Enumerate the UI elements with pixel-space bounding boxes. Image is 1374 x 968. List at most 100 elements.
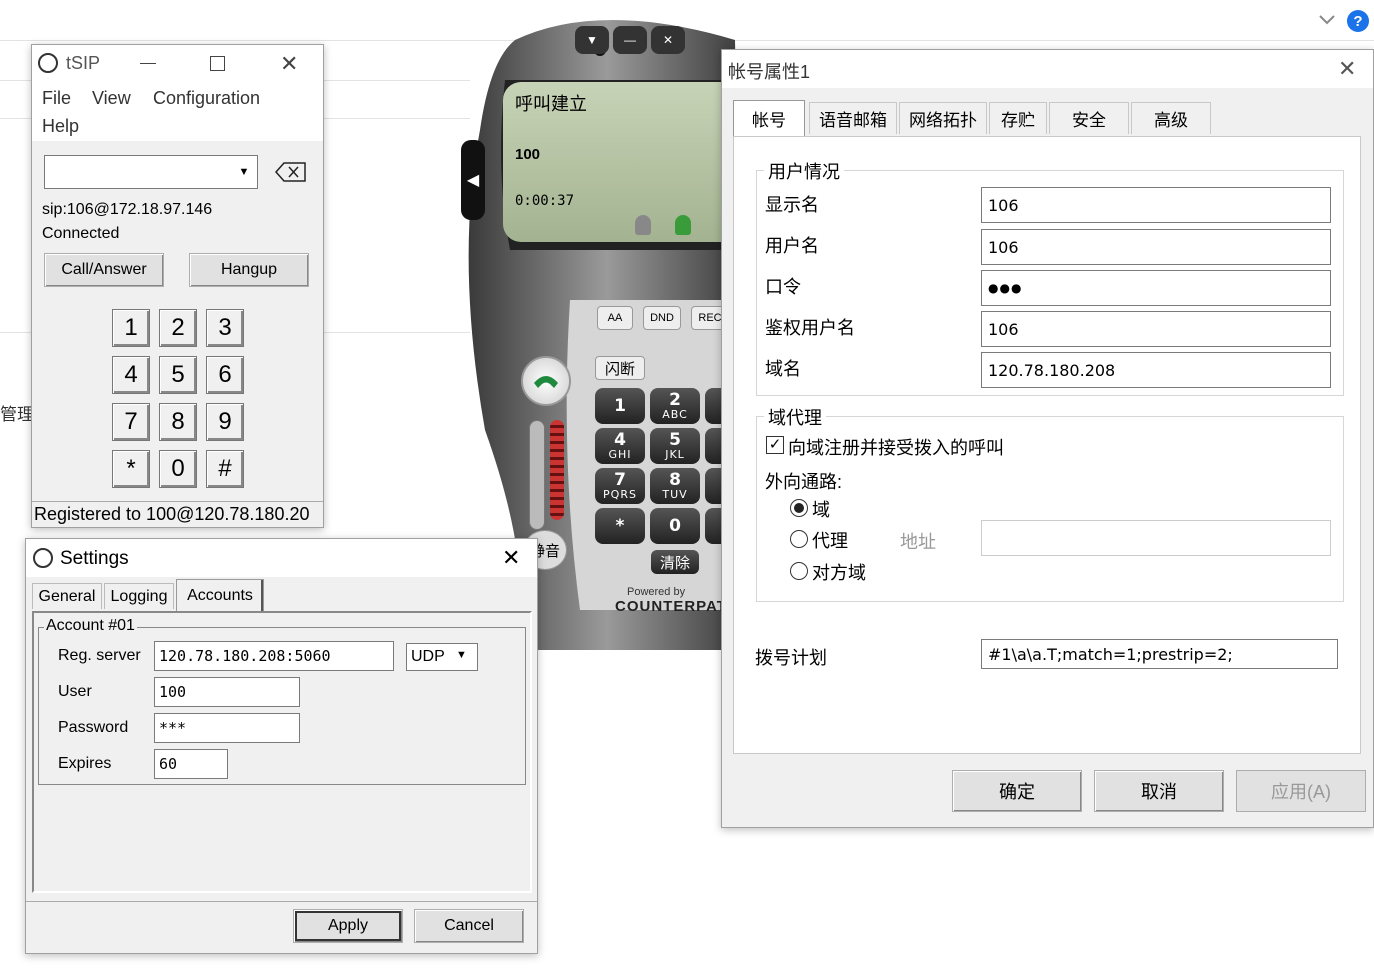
background-label: 管理 [0,405,34,424]
menu-help[interactable]: Help [42,116,79,137]
reg-server-label: Reg. server [58,647,141,664]
tab-voicemail[interactable]: 语音邮箱 [809,102,897,134]
dnd-button[interactable]: DND [643,306,681,330]
password-label: Password [58,719,129,736]
user-icon [635,215,651,235]
dialpad-key-5[interactable]: 6 [206,356,244,394]
password-input[interactable]: ●●● [981,270,1331,306]
phone-key-10[interactable]: 0 [650,508,700,544]
reg-server-input[interactable]: 120.78.180.208:5060 [154,641,394,671]
address-label: 地址 [900,532,936,552]
phone-top-controls[interactable]: ▼ — ✕ [575,26,725,56]
transport-select[interactable]: UDP [406,643,478,671]
side-toggle-button[interactable]: ◀ [461,140,485,220]
register-checkbox-label: 向域注册并接受拨入的呼叫 [788,438,1004,458]
tab-storage[interactable]: 存贮 [989,102,1047,134]
phone-key-digit: 7 [614,470,626,490]
close-icon[interactable]: ✕ [1338,56,1356,82]
dialplan-input[interactable]: #1\a\a.T;match=1;prestrip=2; [981,639,1338,669]
register-checkbox[interactable]: ✓ [766,436,784,454]
close-icon[interactable]: ✕ [502,545,520,571]
phone-key-0[interactable]: 1 [595,388,645,424]
dial-dropdown-button[interactable]: ▼ [234,159,254,185]
call-answer-button[interactable]: Call/Answer [44,253,164,287]
apply-button[interactable]: Apply [293,909,403,943]
dialpad-key-8[interactable]: 9 [206,403,244,441]
backspace-icon[interactable] [274,161,308,183]
radio-domain[interactable] [790,499,808,517]
flash-button[interactable]: 闪断 [595,356,645,380]
phone-key-3[interactable]: 4 GHI [595,428,645,464]
menu-button[interactable]: ▼ [575,26,609,54]
dialpad-key-2[interactable]: 3 [206,309,244,347]
user-input[interactable]: 100 [154,677,300,707]
tab-accounts[interactable]: Accounts [176,579,264,611]
aa-button[interactable]: AA [597,306,633,330]
volume-slider[interactable] [529,420,545,530]
settings-window: Settings ✕ General Logging Accounts Acco… [25,538,538,954]
tab-logging[interactable]: Logging [104,583,174,609]
chevron-down-icon[interactable] [1316,8,1338,30]
tab-general[interactable]: General [32,583,102,609]
expires-input[interactable]: 60 [154,749,228,779]
brand-logo: COUNTERPAT [615,598,727,615]
minimize-icon[interactable] [140,63,156,64]
level-meter [550,420,564,520]
cancel-button[interactable]: Cancel [414,909,524,943]
dialpad-key-1[interactable]: 2 [159,309,197,347]
password-input[interactable]: *** [154,713,300,743]
auth-username-input[interactable]: 106 [981,311,1331,347]
hangup-button[interactable]: Hangup [189,253,309,287]
minimize-button[interactable]: — [613,26,647,54]
help-icon[interactable]: ? [1347,10,1369,32]
display-name-input[interactable]: 106 [981,187,1331,223]
dialpad-key-4[interactable]: 5 [159,356,197,394]
phone-key-6[interactable]: 7 PQRS [595,468,645,504]
domain-input[interactable]: 120.78.180.208 [981,352,1331,388]
user-label: User [58,683,92,700]
maximize-icon[interactable] [210,56,225,71]
call-number: 100 [515,146,541,163]
account-properties-window: 帐号属性1 ✕ 帐号 语音邮箱 网络拓扑 存贮 安全 高级 用户情况 显示名 1… [721,49,1374,828]
tab-topology[interactable]: 网络拓扑 [899,102,987,134]
dialpad-key-11[interactable]: # [206,450,244,488]
radio-target-domain[interactable] [790,562,808,580]
radio-proxy[interactable] [790,530,808,548]
tab-advanced[interactable]: 高级 [1131,102,1211,134]
ok-button[interactable]: 确定 [952,770,1082,812]
add-user-icon[interactable] [675,215,691,235]
cancel-button[interactable]: 取消 [1094,770,1224,812]
dial-input[interactable] [44,155,258,189]
close-icon[interactable]: ✕ [280,51,298,77]
dialpad-key-7[interactable]: 8 [159,403,197,441]
dialpad-key-9[interactable]: * [112,450,150,488]
clear-button[interactable]: 清除 [651,550,699,574]
tab-security[interactable]: 安全 [1049,102,1129,134]
chevron-down-icon[interactable]: ▼ [456,649,467,661]
window-title: Settings [60,548,129,569]
window-title: 帐号属性1 [728,62,811,82]
phone-key-9[interactable]: * [595,508,645,544]
window-title: tSIP [66,53,101,73]
apply-button[interactable]: 应用(A) [1236,770,1366,812]
phone-key-4[interactable]: 5 JKL [650,428,700,464]
display-name-label: 显示名 [765,195,819,215]
menu-view[interactable]: View [92,88,131,109]
answer-button[interactable] [521,356,571,406]
phone-key-letters: ABC [662,408,688,421]
phone-key-1[interactable]: 2 ABC [650,388,700,424]
dialpad: 1 2 3 4 5 6 7 8 9 * 0 # [112,309,252,493]
outbound-label: 外向通路: [765,472,843,492]
username-input[interactable]: 106 [981,229,1331,265]
menu-file[interactable]: File [42,88,71,109]
dialpad-key-3[interactable]: 4 [112,356,150,394]
menu-configuration[interactable]: Configuration [153,88,260,109]
dialpad-key-6[interactable]: 7 [112,403,150,441]
phone-key-7[interactable]: 8 TUV [650,468,700,504]
close-phone-button[interactable]: ✕ [651,26,685,54]
dialpad-key-10[interactable]: 0 [159,450,197,488]
username-label: 用户名 [765,236,819,256]
phone-key-letters: GHI [608,448,632,461]
tab-account[interactable]: 帐号 [733,100,805,136]
dialpad-key-0[interactable]: 1 [112,309,150,347]
